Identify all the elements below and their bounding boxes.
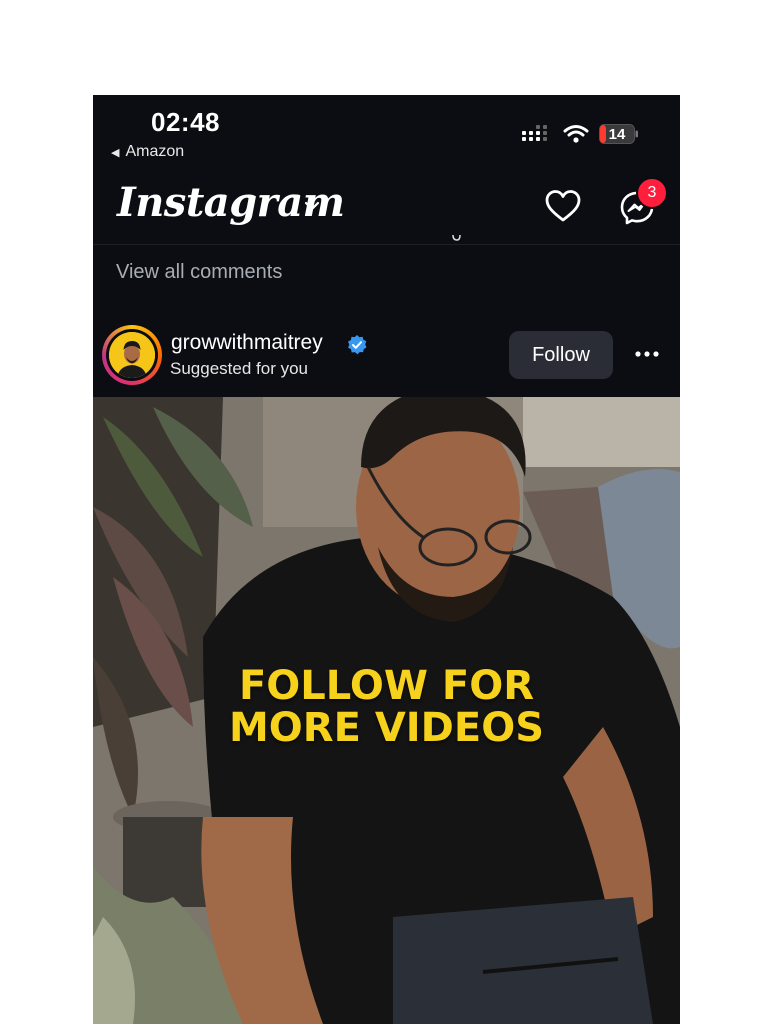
notification-badge: 3 (636, 177, 668, 209)
chevron-down-icon[interactable] (303, 199, 321, 213)
battery-level: 14 (609, 126, 626, 143)
back-to-app-link[interactable]: ◀ Amazon (111, 143, 184, 161)
more-options-icon[interactable] (633, 343, 661, 365)
battery-icon: 14 (599, 124, 638, 144)
back-app-label: Amazon (125, 143, 185, 160)
back-arrow-icon: ◀ (111, 146, 120, 159)
clipped-caption-fragment (452, 235, 461, 241)
status-time: 02:48 (151, 107, 220, 137)
cellular-signal-icon (522, 125, 547, 141)
caption-line-1: FOLLOW FOR (238, 663, 535, 709)
wifi-icon (563, 125, 589, 143)
instagram-app-screen: 02:48 ◀ Amazon 14 Instagram 3 View all c… (93, 95, 680, 1024)
header-divider (93, 244, 680, 245)
heart-icon[interactable] (545, 189, 581, 223)
post-username[interactable]: growwithmaitrey (171, 331, 323, 355)
suggested-for-you-label: Suggested for you (170, 359, 308, 378)
caption-line-2: MORE VIDEOS (228, 705, 545, 751)
post-video[interactable]: FOLLOW FOR MORE VIDEOS (93, 397, 680, 1024)
avatar[interactable] (109, 332, 155, 378)
follow-button[interactable]: Follow (509, 331, 613, 379)
view-all-comments-link[interactable]: View all comments (116, 261, 282, 284)
verified-badge-icon (348, 335, 367, 355)
video-caption: FOLLOW FOR MORE VIDEOS (93, 665, 680, 749)
avatar-person-icon (109, 332, 155, 378)
